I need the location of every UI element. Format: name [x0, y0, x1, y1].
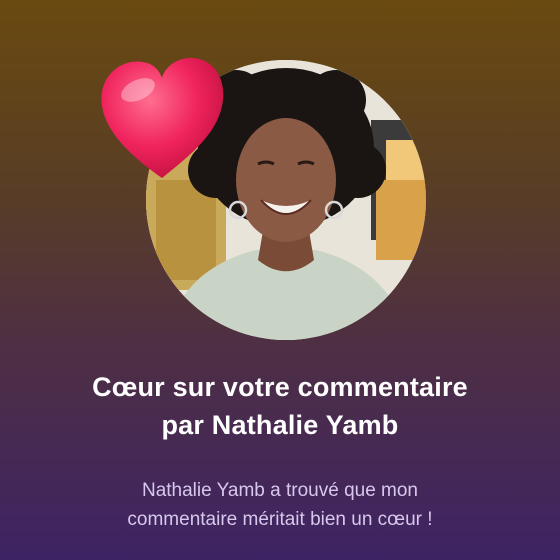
title-line-2: par Nathalie Yamb	[161, 410, 399, 440]
notification-message: Nathalie Yamb a trouvé que mon commentai…	[40, 476, 520, 534]
message-line-2: commentaire méritait bien un cœur !	[127, 509, 433, 530]
notification-title: Cœur sur votre commentaire par Nathalie …	[20, 368, 540, 444]
message-line-1: Nathalie Yamb a trouvé que mon	[141, 480, 419, 501]
heart-notification-card[interactable]: Cœur sur votre commentaire par Nathalie …	[0, 0, 560, 560]
heart-icon	[96, 54, 228, 182]
title-line-1: Cœur sur votre commentaire	[92, 372, 468, 402]
